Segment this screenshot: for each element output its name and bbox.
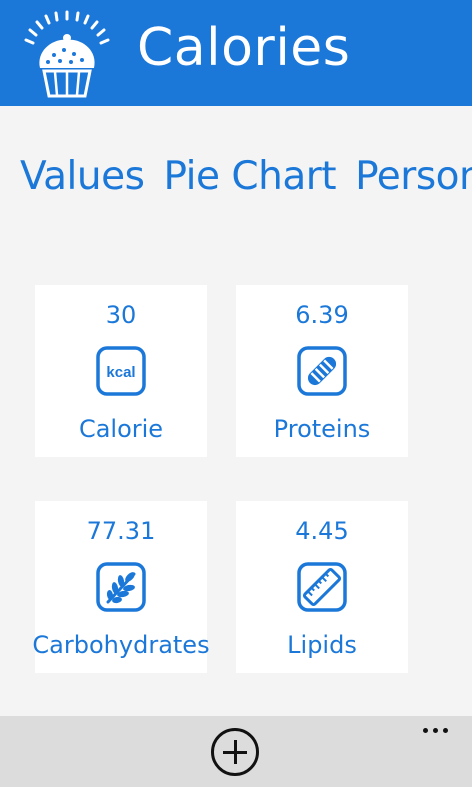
wheat-icon: [96, 562, 146, 612]
carbohydrates-label: Carbohydrates: [32, 631, 210, 659]
kcal-icon-text: kcal: [106, 364, 135, 381]
tab-pie-chart[interactable]: Pie Chart: [164, 154, 337, 199]
more-dot: [443, 728, 448, 733]
more-icon[interactable]: [421, 724, 451, 738]
pivot-header: Values Pie Chart Personal: [20, 154, 472, 208]
calorie-label: Calorie: [78, 415, 164, 443]
proteins-label: Proteins: [273, 415, 371, 443]
tab-values[interactable]: Values: [20, 154, 145, 199]
ruler-icon: [297, 562, 347, 612]
more-dot: [433, 728, 438, 733]
tab-personal[interactable]: Personal: [355, 154, 472, 199]
tile-calorie[interactable]: 30 kcal Calorie: [35, 285, 207, 457]
protein-icon: [297, 346, 347, 396]
lipids-label: Lipids: [287, 631, 357, 659]
add-circle-icon[interactable]: [211, 728, 259, 776]
tile-lipids[interactable]: 4.45 Lipids: [236, 501, 408, 673]
kcal-icon: kcal: [96, 346, 146, 396]
app-bar: [0, 716, 472, 787]
more-dot: [423, 728, 428, 733]
tile-proteins[interactable]: 6.39 Proteins: [236, 285, 408, 457]
tile-carbohydrates[interactable]: 77.31 Carbohydrates: [32, 501, 210, 673]
muffin-gauge-icon: [24, 10, 110, 98]
lipids-value: 4.45: [295, 517, 349, 545]
header-bar: Calories: [0, 0, 472, 106]
app-window: Calories Values Pie Chart Personal 30 kc…: [0, 0, 472, 787]
carbohydrates-value: 77.31: [86, 517, 156, 545]
proteins-value: 6.39: [295, 301, 349, 329]
app-title: Calories: [137, 18, 351, 78]
calorie-value: 30: [105, 301, 137, 329]
